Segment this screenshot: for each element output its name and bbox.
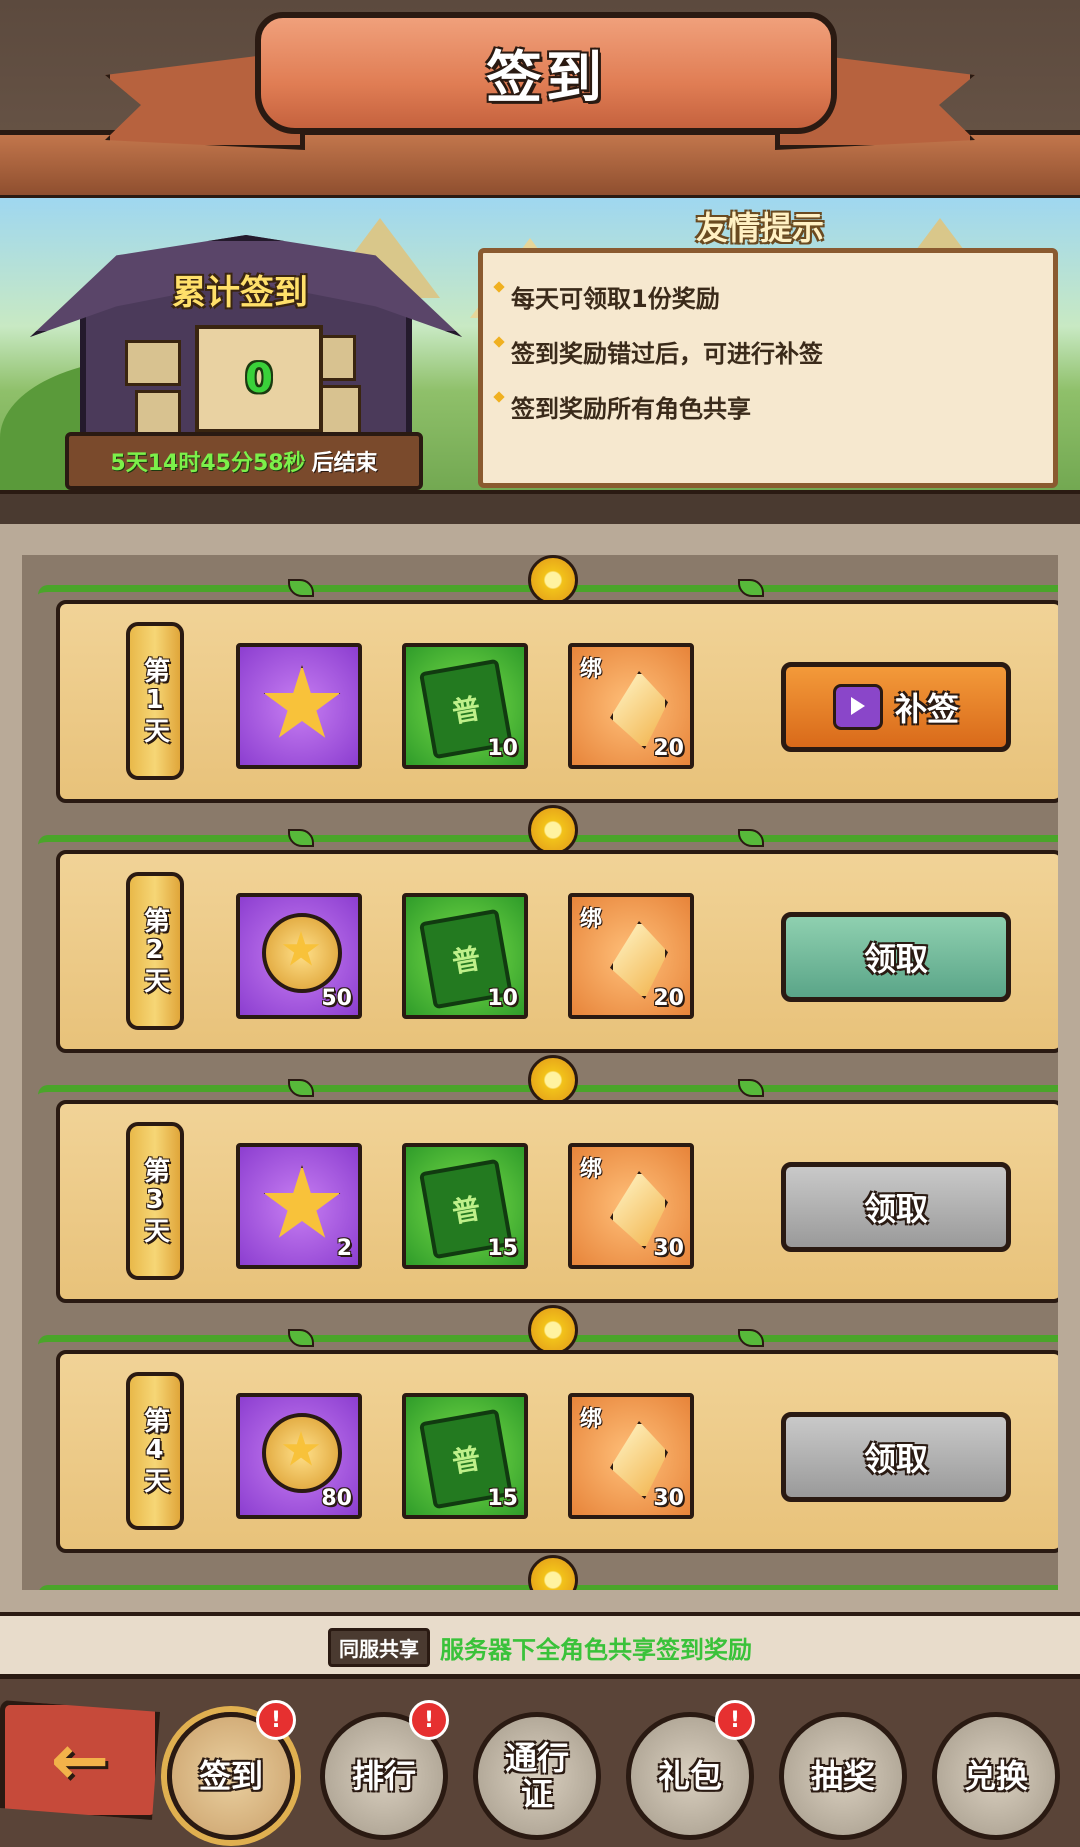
alert-badge: !: [256, 1700, 296, 1740]
tab-exchange[interactable]: 兑换: [932, 1712, 1060, 1840]
bound-glyph: 绑: [580, 1407, 603, 1432]
day-label: 第3天: [139, 1157, 170, 1245]
tab-label: 兑换: [963, 1757, 1028, 1795]
claim-button[interactable]: 领取: [781, 912, 1011, 1002]
day-tag: 第1天: [126, 622, 184, 780]
signin-day-row-partial: [38, 1555, 1058, 1590]
star-icon: [263, 1165, 341, 1238]
tab-pass[interactable]: 通行证: [473, 1712, 601, 1840]
alert-badge: !: [409, 1700, 449, 1740]
notice-paper: [125, 340, 181, 386]
day-tag: 第3天: [126, 1122, 184, 1280]
tip-item: 每天可领取1份奖励: [511, 279, 1053, 314]
reward-qty: 15: [487, 1236, 518, 1261]
reward-qty: 10: [487, 986, 518, 1011]
day-label: 第1天: [139, 657, 170, 745]
reward-medal[interactable]: 80: [236, 1393, 362, 1519]
title-ribbon: 签到: [255, 12, 837, 134]
star-medal-icon: [262, 913, 342, 993]
reward-qty: 50: [321, 986, 352, 1011]
book-glyph: 普: [449, 1191, 483, 1230]
bound-glyph: 绑: [580, 907, 603, 932]
reward-star[interactable]: [236, 643, 362, 769]
reward-medal[interactable]: 50: [236, 893, 362, 1019]
tab-label: 签到: [198, 1757, 263, 1795]
tab-label: 抽奖: [810, 1757, 875, 1795]
flower-decoration: [528, 805, 578, 855]
signin-day-list[interactable]: 第1天 普 10 绑 20 补签 第2天 50 普 10 绑 20 领取 第3天 2 普…: [22, 555, 1058, 1590]
button-label: 领取: [863, 1190, 928, 1228]
day-label: 第4天: [139, 1407, 170, 1495]
countdown-timer: 5天14时45分58秒: [110, 451, 306, 476]
day-tag: 第2天: [126, 872, 184, 1030]
reward-book[interactable]: 普 15: [402, 1143, 528, 1269]
back-arrow-icon: ←: [50, 1719, 110, 1801]
reward-qty: 20: [653, 986, 684, 1011]
flower-decoration: [528, 555, 578, 605]
tips-scroll: 每天可领取1份奖励 签到奖励错过后，可进行补签 签到奖励所有角色共享: [478, 248, 1058, 488]
bound-glyph: 绑: [580, 657, 603, 682]
flower-decoration: [528, 1305, 578, 1355]
reward-qty: 80: [321, 1486, 352, 1511]
button-label: 领取: [863, 1440, 928, 1478]
book-glyph: 普: [449, 941, 483, 980]
flower-decoration: [528, 1555, 578, 1590]
video-play-icon: [832, 684, 883, 730]
star-icon: [263, 665, 341, 738]
countdown-suffix: 后结束: [311, 451, 378, 476]
reward-qty: 30: [653, 1486, 684, 1511]
day-tag: 第4天: [126, 1372, 184, 1530]
star-medal-icon: [262, 1413, 342, 1493]
reward-shard[interactable]: 绑 30: [568, 1143, 694, 1269]
cumulative-title: 累计签到: [172, 273, 308, 313]
signin-day-row: 第1天 普 10 绑 20 补签: [38, 555, 1058, 803]
reward-shard[interactable]: 绑 30: [568, 1393, 694, 1519]
book-glyph: 普: [449, 691, 483, 730]
signin-day-row: 第3天 2 普 15 绑 30 领取: [38, 1055, 1058, 1303]
countdown-plate: 5天14时45分58秒 后结束: [65, 432, 423, 490]
reward-book[interactable]: 普 15: [402, 1393, 528, 1519]
day-label: 第2天: [139, 907, 170, 995]
reward-qty: 20: [653, 736, 684, 761]
alert-badge: !: [715, 1700, 755, 1740]
book-glyph: 普: [449, 1441, 483, 1480]
cumulative-count: 0: [245, 356, 273, 402]
cumulative-count-note: 0: [195, 325, 323, 433]
share-bar: 同服共享 服务器下全角色共享签到奖励: [0, 1612, 1080, 1678]
signin-day-row: 第4天 80 普 15 绑 30 领取: [38, 1305, 1058, 1553]
reward-qty: 15: [487, 1486, 518, 1511]
reward-qty: 30: [653, 1236, 684, 1261]
tab-label: 礼包: [657, 1757, 722, 1795]
claim-button-locked[interactable]: 领取: [781, 1412, 1011, 1502]
reward-shard[interactable]: 绑 20: [568, 643, 694, 769]
page-title: 签到: [486, 45, 606, 111]
reward-qty: 2: [336, 1236, 352, 1261]
button-label: 领取: [863, 940, 928, 978]
tip-item: 签到奖励所有角色共享: [511, 389, 1053, 424]
claim-button-locked[interactable]: 领取: [781, 1162, 1011, 1252]
tips-title: 友情提示: [695, 209, 824, 247]
tab-label: 通行证: [504, 1739, 569, 1813]
reward-shard[interactable]: 绑 20: [568, 893, 694, 1019]
button-label: 补签: [894, 690, 959, 728]
makeup-signin-button[interactable]: 补签: [781, 662, 1011, 752]
back-button[interactable]: ←: [0, 1700, 160, 1820]
reward-qty: 10: [487, 736, 518, 761]
signin-day-row: 第2天 50 普 10 绑 20 领取: [38, 805, 1058, 1053]
share-text: 服务器下全角色共享签到奖励: [440, 1635, 752, 1664]
reward-star[interactable]: 2: [236, 1143, 362, 1269]
bound-glyph: 绑: [580, 1157, 603, 1182]
reward-book[interactable]: 普 10: [402, 643, 528, 769]
tip-item: 签到奖励错过后，可进行补签: [511, 334, 1053, 369]
reward-book[interactable]: 普 10: [402, 893, 528, 1019]
tab-label: 排行: [351, 1757, 416, 1795]
share-badge: 同服共享: [328, 1627, 430, 1667]
flower-decoration: [528, 1055, 578, 1105]
tab-lottery[interactable]: 抽奖: [779, 1712, 907, 1840]
